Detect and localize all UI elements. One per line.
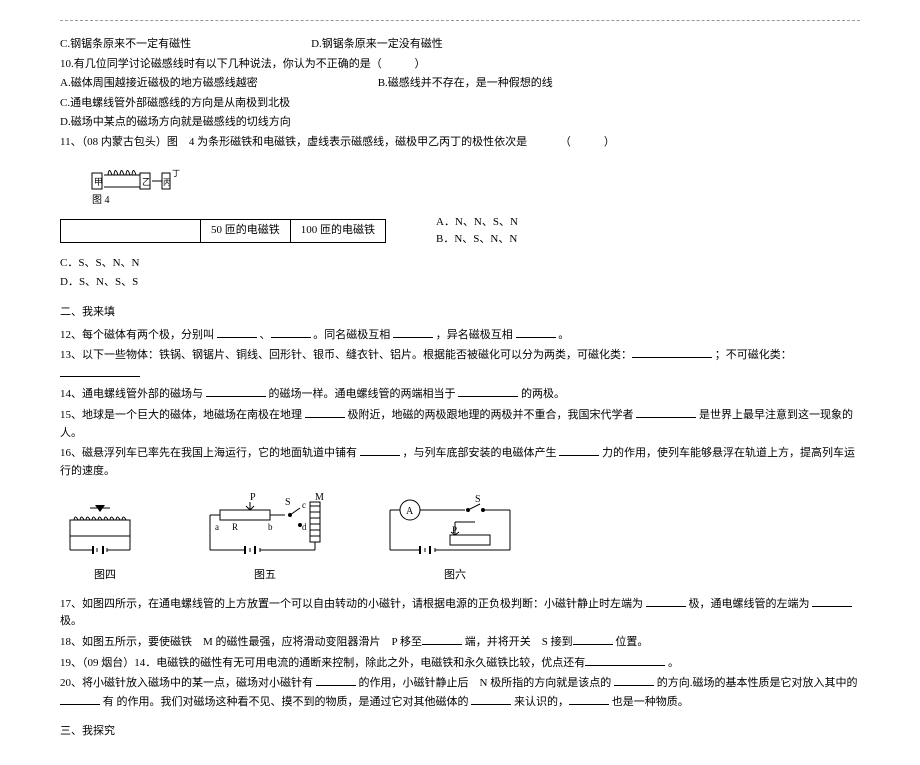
blank bbox=[60, 693, 100, 705]
figure-6: A S P 图六 bbox=[380, 490, 530, 585]
q11-optC: C．S、S、N、N bbox=[60, 255, 860, 273]
svg-text:丁: 丁 bbox=[172, 169, 180, 178]
svg-text:P: P bbox=[250, 492, 256, 503]
q11-stem: 11、（08 内蒙古包头）图 4 为条形磁铁和电磁铁，虚线表示磁感线，磁极甲乙丙… bbox=[60, 134, 860, 152]
blank bbox=[632, 346, 712, 358]
fig6-label: 图六 bbox=[380, 567, 530, 585]
blank bbox=[316, 674, 356, 686]
blank bbox=[614, 674, 654, 686]
svg-text:b: b bbox=[268, 522, 273, 532]
q9-c: C.钢锯条原来不一定有磁性 bbox=[60, 36, 191, 54]
svg-text:S: S bbox=[285, 497, 291, 508]
q10-c: C.通电螺线管外部磁感线的方向是从南极到北极 bbox=[60, 95, 860, 113]
figures-row: 图四 P a R b S c d M bbox=[60, 490, 860, 585]
section-2-title: 二、我来填 bbox=[60, 304, 860, 322]
svg-text:S: S bbox=[475, 494, 481, 505]
q11-figure: 甲 乙 丙 丁 图 4 bbox=[90, 158, 860, 208]
q10-ab: A.磁体周围越接近磁极的地方磁感线越密 B.磁感线并不存在，是一种假想的线 bbox=[60, 75, 860, 93]
blank bbox=[569, 693, 609, 705]
blank bbox=[217, 326, 257, 338]
q11-optA: A．N、N、S、N bbox=[436, 214, 518, 232]
svg-text:丙: 丙 bbox=[163, 178, 171, 187]
blank bbox=[585, 654, 665, 666]
blank bbox=[206, 385, 266, 397]
q11-optB: B．N、S、N、N bbox=[436, 231, 517, 249]
q11-fig-label: 图 4 bbox=[92, 194, 110, 206]
svg-text:甲: 甲 bbox=[94, 177, 103, 187]
q14: 14、通电螺线管外部的磁场与 的磁场一样。通电螺线管的两端相当于 的两极。 bbox=[60, 385, 860, 404]
q20: 20、将小磁针放入磁场中的某一点，磁场对小磁针有 的作用，小磁针静止后 N 极所… bbox=[60, 674, 860, 711]
svg-text:c: c bbox=[302, 500, 306, 510]
blank bbox=[471, 693, 511, 705]
q15: 15、地球是一个巨大的磁体，地磁场在南极在地理 极附近，地磁的两极跟地理的两极并… bbox=[60, 406, 860, 442]
q11-optD: D．S、N、S、S bbox=[60, 274, 860, 292]
blank bbox=[271, 326, 311, 338]
q11-table-row: 50 匝的电磁铁 100 匝的电磁铁 A．N、N、S、N B．N、S、N、N bbox=[60, 214, 860, 249]
q11-table: 50 匝的电磁铁 100 匝的电磁铁 bbox=[60, 219, 386, 243]
fig4-label: 图四 bbox=[60, 567, 150, 585]
blank bbox=[636, 406, 696, 418]
q10-stem: 10.有几位同学讨论磁感线时有以下几种说法，你认为不正确的是（ ） bbox=[60, 56, 860, 74]
svg-text:R: R bbox=[232, 522, 238, 532]
blank bbox=[458, 385, 518, 397]
svg-text:乙: 乙 bbox=[142, 177, 151, 187]
svg-text:d: d bbox=[302, 522, 307, 532]
q13: 13、以下一些物体：铁锅、钢锯片、铜线、回形针、银币、缝衣针、铝片。根据能否被磁… bbox=[60, 346, 860, 383]
q17: 17、如图四所示，在通电螺线管的上方放置一个可以自由转动的小磁针，请根据电源的正… bbox=[60, 595, 860, 631]
blank bbox=[573, 633, 613, 645]
q10-a: A.磁体周围越接近磁极的地方磁感线越密 bbox=[60, 75, 258, 93]
q19: 19、（09 烟台）14．电磁铁的磁性有无可用电流的通断来控制，除此之外，电磁铁… bbox=[60, 654, 860, 673]
q9-choices: C.钢锯条原来不一定有磁性 D.钢锯条原来一定没有磁性 bbox=[60, 36, 860, 54]
svg-text:M: M bbox=[315, 492, 324, 503]
q12: 12、每个磁体有两个极，分别叫 、 。同名磁极互相 ，异名磁极互相 。 bbox=[60, 326, 860, 345]
section-3-title: 三、我探究 bbox=[60, 723, 860, 741]
fig5-label: 图五 bbox=[190, 567, 340, 585]
blank bbox=[516, 326, 556, 338]
blank bbox=[646, 595, 686, 607]
q18: 18、如图五所示，要使磁铁 M 的磁性最强，应将滑动变阻器滑片 P 移至 端，并… bbox=[60, 633, 860, 652]
blank bbox=[305, 406, 345, 418]
q9-d: D.钢锯条原来一定没有磁性 bbox=[311, 36, 443, 54]
blank bbox=[422, 633, 462, 645]
figure-4: 图四 bbox=[60, 500, 150, 585]
q10-b: B.磁感线并不存在，是一种假想的线 bbox=[378, 75, 553, 93]
blank bbox=[559, 444, 599, 456]
blank bbox=[360, 444, 400, 456]
q16: 16、磁悬浮列车已率先在我国上海运行，它的地面轨道中铺有 ，与列车底部安装的电磁… bbox=[60, 444, 860, 480]
figure-5: P a R b S c d M 图五 bbox=[190, 490, 340, 585]
blank bbox=[393, 326, 433, 338]
q10-d: D.磁场中某点的磁场方向就是磁感线的切线方向 bbox=[60, 114, 860, 132]
blank bbox=[812, 595, 852, 607]
q11-th2: 100 匝的电磁铁 bbox=[290, 220, 385, 243]
svg-text:A: A bbox=[406, 506, 414, 517]
svg-text:a: a bbox=[215, 522, 219, 532]
blank bbox=[60, 365, 140, 377]
q11-th1: 50 匝的电磁铁 bbox=[201, 220, 291, 243]
